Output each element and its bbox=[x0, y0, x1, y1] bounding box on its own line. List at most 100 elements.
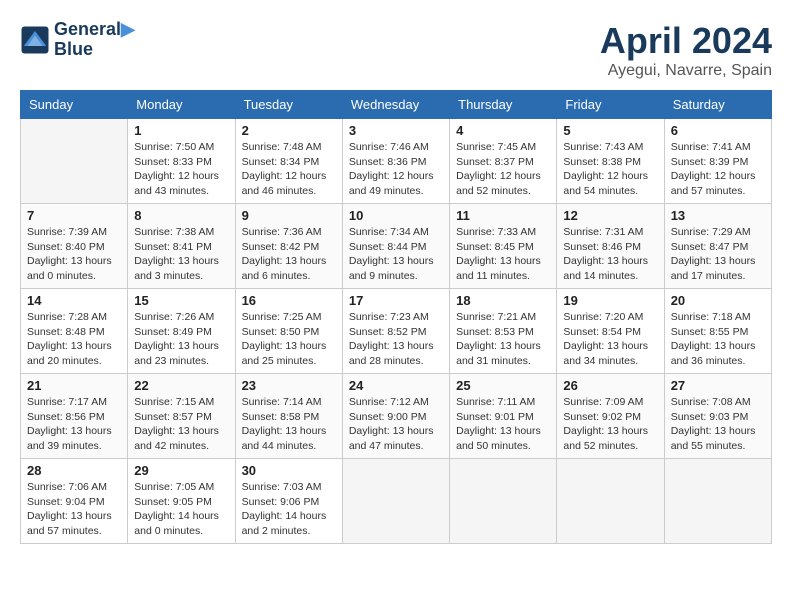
day-info: Sunrise: 7:08 AM Sunset: 9:03 PM Dayligh… bbox=[671, 395, 765, 454]
day-number: 25 bbox=[456, 378, 550, 393]
day-info: Sunrise: 7:38 AM Sunset: 8:41 PM Dayligh… bbox=[134, 225, 228, 284]
day-info: Sunrise: 7:21 AM Sunset: 8:53 PM Dayligh… bbox=[456, 310, 550, 369]
day-info: Sunrise: 7:26 AM Sunset: 8:49 PM Dayligh… bbox=[134, 310, 228, 369]
calendar-cell: 17Sunrise: 7:23 AM Sunset: 8:52 PM Dayli… bbox=[342, 289, 449, 374]
day-info: Sunrise: 7:14 AM Sunset: 8:58 PM Dayligh… bbox=[242, 395, 336, 454]
day-number: 2 bbox=[242, 123, 336, 138]
day-number: 3 bbox=[349, 123, 443, 138]
calendar-week-row: 1 Sunrise: 7:50 AM Sunset: 8:33 PM Daylig… bbox=[21, 119, 772, 204]
day-number: 28 bbox=[27, 463, 121, 478]
calendar-cell: 18 Sunrise: 7:21 AM Sunset: 8:53 PM Dayli… bbox=[450, 289, 557, 374]
day-number: 24 bbox=[349, 378, 443, 393]
calendar-table: SundayMondayTuesdayWednesdayThursdayFrid… bbox=[20, 90, 772, 544]
day-number: 27 bbox=[671, 378, 765, 393]
location-title: Ayegui, Navarre, Spain bbox=[600, 62, 772, 80]
day-info: Sunrise: 7:17 AM Sunset: 8:56 PM Dayligh… bbox=[27, 395, 121, 454]
logo-icon bbox=[20, 25, 50, 55]
calendar-cell: 23 Sunrise: 7:14 AM Sunset: 8:58 PM Dayli… bbox=[235, 374, 342, 459]
day-info: Sunrise: 7:15 AM Sunset: 8:57 PM Dayligh… bbox=[134, 395, 228, 454]
day-info: Sunrise: 7:05 AM Sunset: 9:05 PM Dayligh… bbox=[134, 480, 228, 539]
month-title: April 2024 bbox=[600, 20, 772, 62]
day-info: Sunrise: 7:06 AM Sunset: 9:04 PM Dayligh… bbox=[27, 480, 121, 539]
calendar-cell: 28 Sunrise: 7:06 AM Sunset: 9:04 PM Dayli… bbox=[21, 459, 128, 544]
day-info: Sunrise: 7:34 AM Sunset: 8:44 PM Dayligh… bbox=[349, 225, 443, 284]
calendar-week-row: 14 Sunrise: 7:28 AM Sunset: 8:48 PM Dayli… bbox=[21, 289, 772, 374]
day-of-week-header: Sunday bbox=[21, 91, 128, 119]
day-of-week-header: Saturday bbox=[664, 91, 771, 119]
calendar-cell: 24 Sunrise: 7:12 AM Sunset: 9:00 PM Dayli… bbox=[342, 374, 449, 459]
day-number: 9 bbox=[242, 208, 336, 223]
calendar-cell: 20 Sunrise: 7:18 AM Sunset: 8:55 PM Dayli… bbox=[664, 289, 771, 374]
day-number: 11 bbox=[456, 208, 550, 223]
calendar-cell: 29 Sunrise: 7:05 AM Sunset: 9:05 PM Dayli… bbox=[128, 459, 235, 544]
day-number: 15 bbox=[134, 293, 228, 308]
day-number: 20 bbox=[671, 293, 765, 308]
calendar-cell bbox=[664, 459, 771, 544]
calendar-cell: 10 Sunrise: 7:34 AM Sunset: 8:44 PM Dayli… bbox=[342, 204, 449, 289]
day-number: 18 bbox=[456, 293, 550, 308]
day-of-week-header: Friday bbox=[557, 91, 664, 119]
page-header: General▶ Blue April 2024 Ayegui, Navarre… bbox=[20, 20, 772, 80]
day-info: Sunrise: 7:43 AM Sunset: 8:38 PM Dayligh… bbox=[563, 140, 657, 199]
day-number: 4 bbox=[456, 123, 550, 138]
day-number: 26 bbox=[563, 378, 657, 393]
calendar-cell bbox=[21, 119, 128, 204]
title-block: April 2024 Ayegui, Navarre, Spain bbox=[600, 20, 772, 80]
day-number: 1 bbox=[134, 123, 228, 138]
day-number: 16 bbox=[242, 293, 336, 308]
day-number: 23 bbox=[242, 378, 336, 393]
day-info: Sunrise: 7:46 AM Sunset: 8:36 PM Dayligh… bbox=[349, 140, 443, 199]
day-info: Sunrise: 7:12 AM Sunset: 9:00 PM Dayligh… bbox=[349, 395, 443, 454]
day-info: Sunrise: 7:29 AM Sunset: 8:47 PM Dayligh… bbox=[671, 225, 765, 284]
calendar-cell: 15 Sunrise: 7:26 AM Sunset: 8:49 PM Dayli… bbox=[128, 289, 235, 374]
day-number: 14 bbox=[27, 293, 121, 308]
calendar-week-row: 7Sunrise: 7:39 AM Sunset: 8:40 PM Daylig… bbox=[21, 204, 772, 289]
calendar-cell: 12Sunrise: 7:31 AM Sunset: 8:46 PM Dayli… bbox=[557, 204, 664, 289]
calendar-week-row: 21 Sunrise: 7:17 AM Sunset: 8:56 PM Dayli… bbox=[21, 374, 772, 459]
calendar-cell: 3 Sunrise: 7:46 AM Sunset: 8:36 PM Daylig… bbox=[342, 119, 449, 204]
day-info: Sunrise: 7:48 AM Sunset: 8:34 PM Dayligh… bbox=[242, 140, 336, 199]
day-info: Sunrise: 7:11 AM Sunset: 9:01 PM Dayligh… bbox=[456, 395, 550, 454]
calendar-cell: 1 Sunrise: 7:50 AM Sunset: 8:33 PM Daylig… bbox=[128, 119, 235, 204]
calendar-week-row: 28 Sunrise: 7:06 AM Sunset: 9:04 PM Dayli… bbox=[21, 459, 772, 544]
day-number: 5 bbox=[563, 123, 657, 138]
day-of-week-header: Tuesday bbox=[235, 91, 342, 119]
day-info: Sunrise: 7:50 AM Sunset: 8:33 PM Dayligh… bbox=[134, 140, 228, 199]
calendar-cell: 4 Sunrise: 7:45 AM Sunset: 8:37 PM Daylig… bbox=[450, 119, 557, 204]
day-number: 30 bbox=[242, 463, 336, 478]
day-of-week-header: Thursday bbox=[450, 91, 557, 119]
day-number: 29 bbox=[134, 463, 228, 478]
calendar-cell: 13 Sunrise: 7:29 AM Sunset: 8:47 PM Dayli… bbox=[664, 204, 771, 289]
calendar-cell: 19 Sunrise: 7:20 AM Sunset: 8:54 PM Dayli… bbox=[557, 289, 664, 374]
calendar-cell: 8Sunrise: 7:38 AM Sunset: 8:41 PM Daylig… bbox=[128, 204, 235, 289]
day-info: Sunrise: 7:36 AM Sunset: 8:42 PM Dayligh… bbox=[242, 225, 336, 284]
calendar-cell: 2 Sunrise: 7:48 AM Sunset: 8:34 PM Daylig… bbox=[235, 119, 342, 204]
day-of-week-header: Monday bbox=[128, 91, 235, 119]
day-number: 6 bbox=[671, 123, 765, 138]
logo-text: General▶ Blue bbox=[54, 20, 135, 60]
day-number: 12 bbox=[563, 208, 657, 223]
calendar-cell bbox=[557, 459, 664, 544]
day-number: 19 bbox=[563, 293, 657, 308]
day-number: 10 bbox=[349, 208, 443, 223]
day-info: Sunrise: 7:39 AM Sunset: 8:40 PM Dayligh… bbox=[27, 225, 121, 284]
day-number: 17 bbox=[349, 293, 443, 308]
day-number: 13 bbox=[671, 208, 765, 223]
day-info: Sunrise: 7:28 AM Sunset: 8:48 PM Dayligh… bbox=[27, 310, 121, 369]
calendar-cell: 26Sunrise: 7:09 AM Sunset: 9:02 PM Dayli… bbox=[557, 374, 664, 459]
calendar-header-row: SundayMondayTuesdayWednesdayThursdayFrid… bbox=[21, 91, 772, 119]
day-number: 22 bbox=[134, 378, 228, 393]
calendar-cell: 9 Sunrise: 7:36 AM Sunset: 8:42 PM Daylig… bbox=[235, 204, 342, 289]
day-info: Sunrise: 7:41 AM Sunset: 8:39 PM Dayligh… bbox=[671, 140, 765, 199]
day-info: Sunrise: 7:20 AM Sunset: 8:54 PM Dayligh… bbox=[563, 310, 657, 369]
day-info: Sunrise: 7:25 AM Sunset: 8:50 PM Dayligh… bbox=[242, 310, 336, 369]
day-info: Sunrise: 7:45 AM Sunset: 8:37 PM Dayligh… bbox=[456, 140, 550, 199]
calendar-cell: 30Sunrise: 7:03 AM Sunset: 9:06 PM Dayli… bbox=[235, 459, 342, 544]
logo: General▶ Blue bbox=[20, 20, 135, 60]
day-number: 21 bbox=[27, 378, 121, 393]
calendar-cell: 6 Sunrise: 7:41 AM Sunset: 8:39 PM Daylig… bbox=[664, 119, 771, 204]
day-info: Sunrise: 7:33 AM Sunset: 8:45 PM Dayligh… bbox=[456, 225, 550, 284]
day-of-week-header: Wednesday bbox=[342, 91, 449, 119]
calendar-cell: 14 Sunrise: 7:28 AM Sunset: 8:48 PM Dayli… bbox=[21, 289, 128, 374]
day-info: Sunrise: 7:18 AM Sunset: 8:55 PM Dayligh… bbox=[671, 310, 765, 369]
